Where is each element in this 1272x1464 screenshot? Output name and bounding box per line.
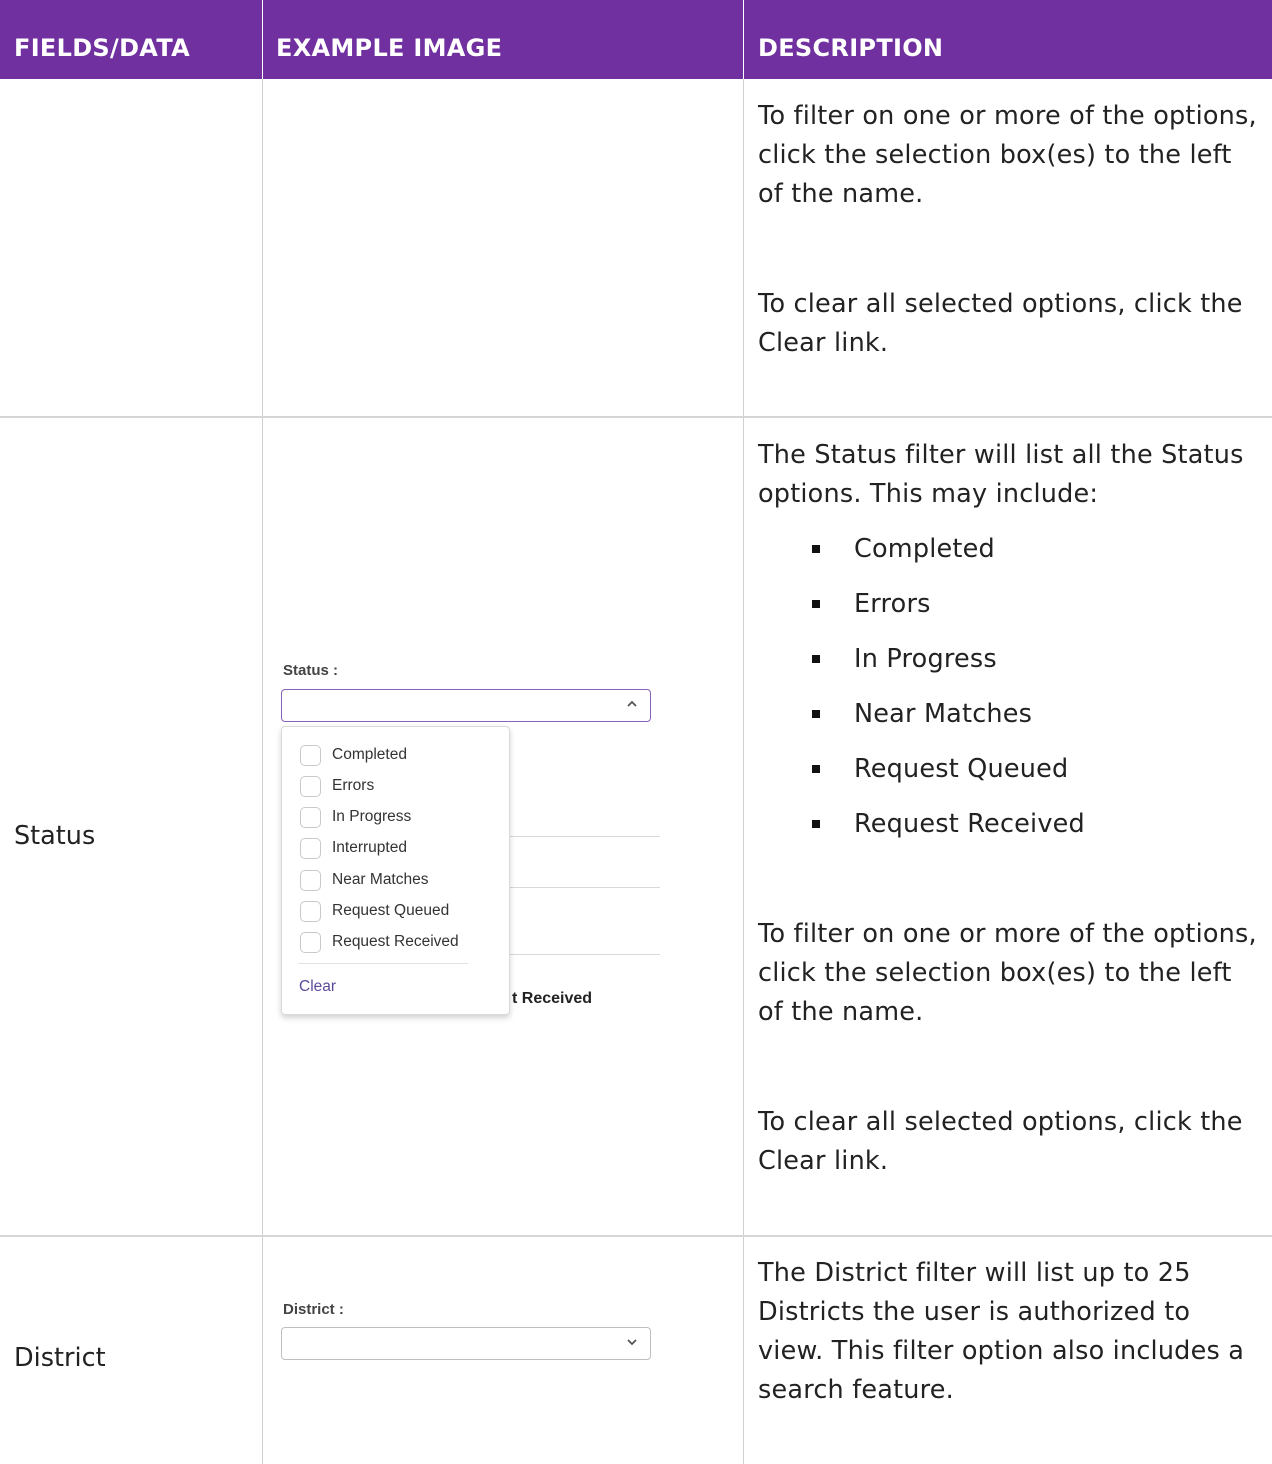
status-filter-description: To filter on one or more of the options,… [758,919,1257,1027]
chevron-down-icon [627,1339,637,1346]
row-divider [0,416,1272,418]
square-bullet-icon [812,655,820,663]
square-bullet-icon [812,545,820,553]
status-clear-description: To clear all selected options, click the… [758,1107,1243,1176]
header-fields-data: FIELDS/DATA [14,34,190,62]
background-row-divider [509,887,660,888]
checkbox[interactable] [300,745,321,766]
continued-clear-description: To clear all selected options, click the… [758,289,1243,358]
list-item: Errors [758,585,1258,640]
square-bullet-icon [812,600,820,608]
district-field-label: District [14,1343,106,1373]
checkbox[interactable] [300,776,321,797]
status-select[interactable] [281,689,651,722]
district-select[interactable] [281,1327,651,1360]
header-divider [262,0,263,79]
status-mock-label: Status : [283,662,339,679]
list-item: Completed [758,530,1258,585]
status-dropdown-panel: Completed Errors In Progress Interrupted… [281,726,510,1015]
status-options-list: Completed Errors In Progress Near Matche… [758,530,1258,860]
status-field-label: Status [14,821,96,851]
continued-filter-description: To filter on one or more of the options,… [758,101,1257,209]
header-divider [743,0,744,79]
list-item: Request Received [758,805,1258,860]
checkbox[interactable] [300,901,321,922]
description-table: FIELDS/DATA EXAMPLE IMAGE DESCRIPTION To… [0,0,1272,1464]
clear-link[interactable]: Clear [299,978,336,996]
square-bullet-icon [812,820,820,828]
status-intro-description: The Status filter will list all the Stat… [758,440,1244,509]
square-bullet-icon [812,765,820,773]
dropdown-divider [298,963,468,964]
district-description: The District filter will list up to 25 D… [758,1258,1245,1405]
column-divider [743,79,744,1464]
background-row-divider [509,954,660,955]
background-row-divider [509,836,660,837]
background-row-text: t Received [512,990,593,1007]
square-bullet-icon [812,710,820,718]
table-header-row: FIELDS/DATA EXAMPLE IMAGE DESCRIPTION [0,0,1272,79]
list-item: Request Queued [758,750,1258,805]
header-example-image: EXAMPLE IMAGE [276,34,503,62]
row-divider [0,1235,1272,1237]
checkbox[interactable] [300,838,321,859]
list-item: In Progress [758,640,1258,695]
district-mock-label: District : [283,1301,344,1318]
list-item: Near Matches [758,695,1258,750]
column-divider [262,79,263,1464]
chevron-up-icon [627,700,637,707]
checkbox[interactable] [300,807,321,828]
checkbox[interactable] [300,932,321,953]
header-description: DESCRIPTION [758,34,944,62]
checkbox[interactable] [300,870,321,891]
